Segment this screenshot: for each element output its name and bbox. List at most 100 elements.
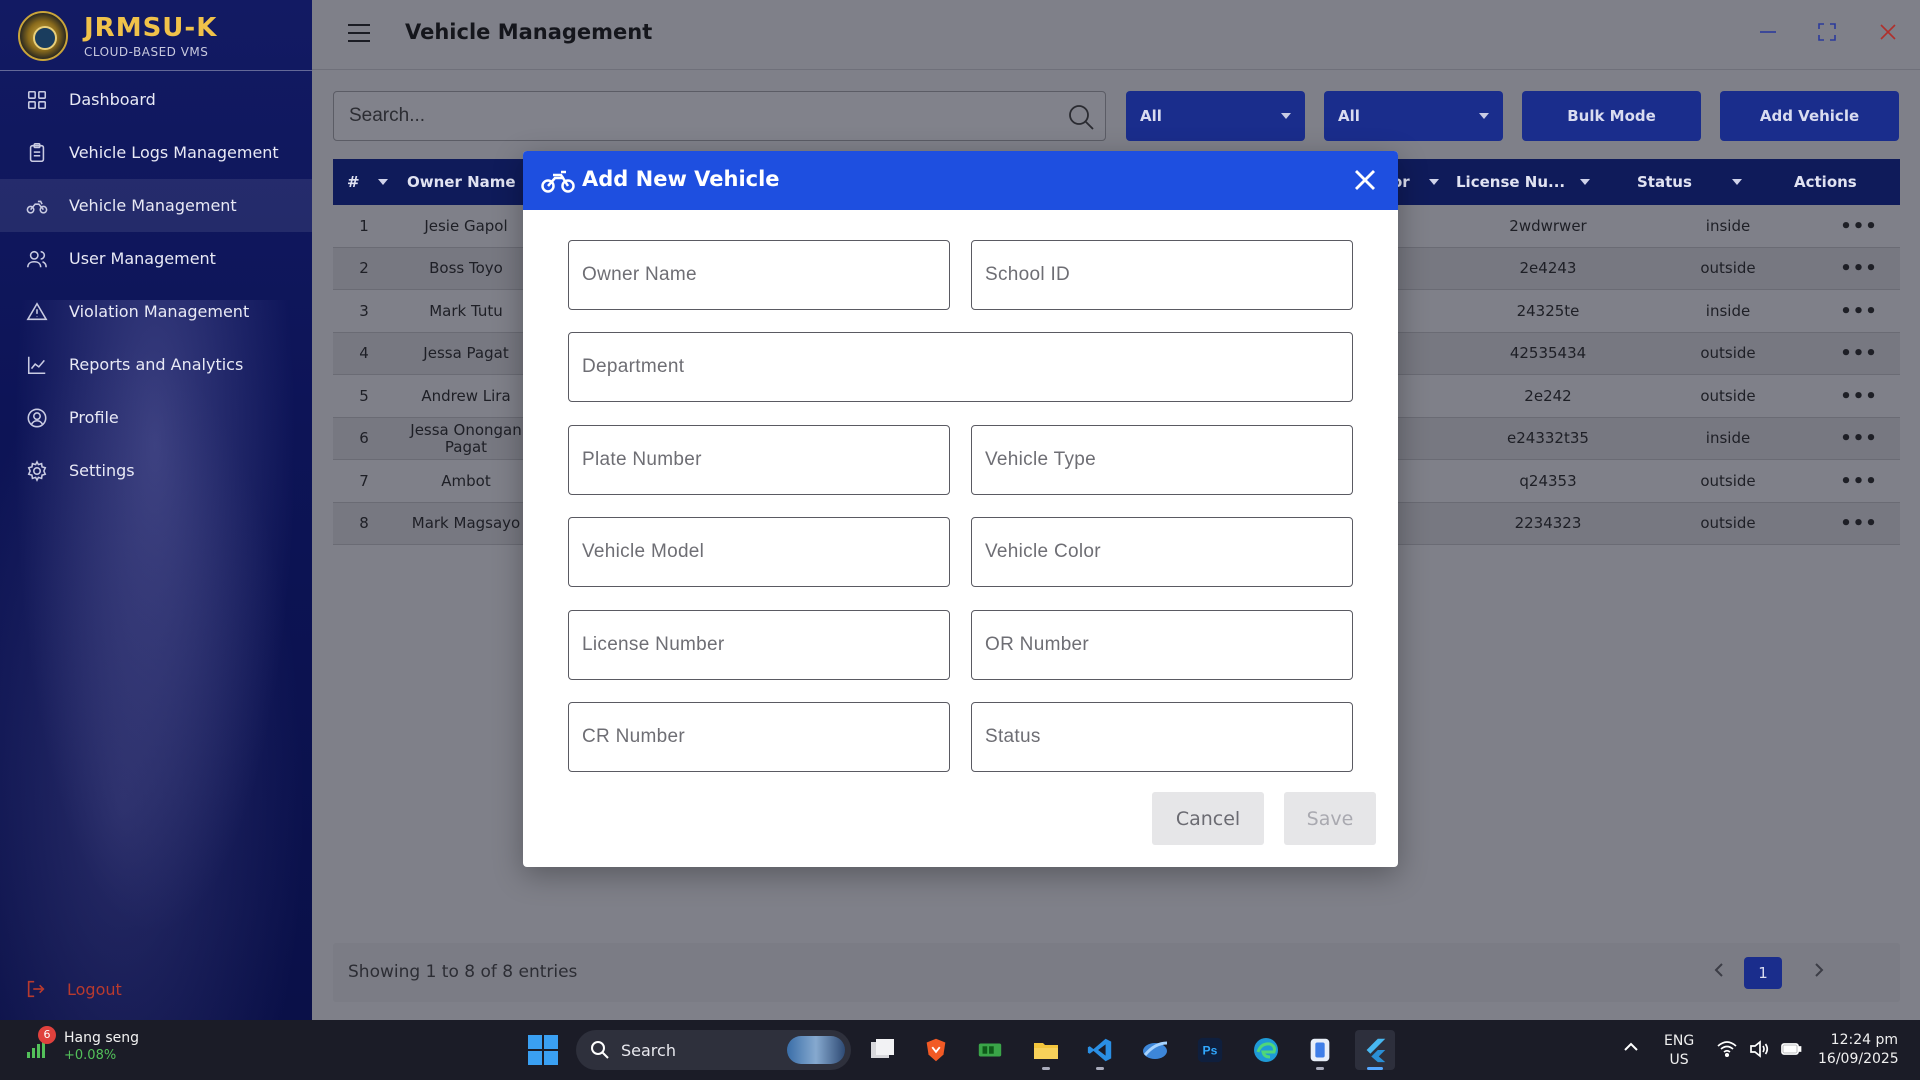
status-field[interactable]	[971, 702, 1353, 772]
owner-name-field[interactable]	[568, 240, 950, 310]
or-number-field[interactable]	[971, 610, 1353, 680]
row-actions-menu-icon[interactable]: •••	[1818, 375, 1900, 417]
windows-start-icon[interactable]	[527, 1034, 559, 1066]
system-clock[interactable]: 12:24 pm 16/09/2025	[1818, 1031, 1899, 1069]
license-number-input[interactable]	[569, 611, 949, 679]
column-header-actions: Actions	[1794, 173, 1857, 191]
photoshop-icon[interactable]: Ps	[1190, 1030, 1230, 1070]
table-footer: Showing 1 to 8 of 8 entries 1	[333, 943, 1900, 1002]
sidebar-item-vehicle-logs[interactable]: Vehicle Logs Management	[0, 126, 312, 179]
cell-license-number: e24332t35	[1507, 429, 1589, 447]
search-input[interactable]	[334, 92, 1105, 140]
taskbar-search[interactable]: Search	[576, 1030, 851, 1070]
task-view-icon[interactable]	[862, 1030, 902, 1070]
show-hidden-icons-icon[interactable]	[1622, 1038, 1642, 1058]
column-header-number[interactable]: #	[347, 159, 360, 205]
stock-widget[interactable]: 6 Hang seng +0.08%	[24, 1025, 139, 1063]
vehicle-color-field[interactable]	[971, 517, 1353, 587]
close-window-icon[interactable]	[1878, 22, 1902, 46]
save-button[interactable]: Save	[1284, 792, 1376, 845]
stock-chart-icon: 6	[24, 1025, 56, 1062]
cell-owner-name: Jesie Gapol	[424, 216, 508, 235]
cr-number-field[interactable]	[568, 702, 950, 772]
flutter-app-icon[interactable]	[1355, 1030, 1395, 1070]
status-input[interactable]	[972, 703, 1352, 771]
sidebar-item-label: Vehicle Logs Management	[69, 143, 279, 162]
phone-link-icon[interactable]	[1300, 1030, 1340, 1070]
sidebar-item-vehicle-management[interactable]: Vehicle Management	[0, 179, 312, 232]
cr-number-input[interactable]	[569, 703, 949, 771]
license-number-field[interactable]	[568, 610, 950, 680]
sidebar-item-reports[interactable]: Reports and Analytics	[0, 338, 312, 391]
vehicle-type-field[interactable]	[971, 425, 1353, 495]
maximize-window-icon[interactable]	[1817, 22, 1841, 46]
sort-caret-icon[interactable]	[1580, 179, 1590, 185]
sidebar-item-dashboard[interactable]: Dashboard	[0, 73, 312, 126]
language-indicator[interactable]: ENG US	[1664, 1032, 1694, 1070]
owner-name-input[interactable]	[569, 241, 949, 309]
cancel-button[interactable]: Cancel	[1152, 792, 1264, 845]
column-header-status[interactable]: Status	[1637, 159, 1692, 205]
volume-icon[interactable]	[1748, 1038, 1770, 1060]
vehicle-type-input[interactable]	[972, 426, 1352, 494]
menu-toggle-icon[interactable]	[348, 24, 370, 42]
or-number-input[interactable]	[972, 611, 1352, 679]
department-input[interactable]	[569, 333, 1352, 401]
wifi-icon[interactable]	[1716, 1038, 1738, 1060]
sidebar-divider	[0, 70, 312, 71]
search-icon[interactable]	[1067, 103, 1095, 131]
sidebar-item-profile[interactable]: Profile	[0, 391, 312, 444]
sidebar: JRMSU-K CLOUD-BASED VMS Dashboard Vehicl…	[0, 0, 312, 1020]
memory-card-app-icon[interactable]	[970, 1030, 1010, 1070]
sort-caret-icon[interactable]	[378, 179, 388, 185]
vehicle-model-input[interactable]	[569, 518, 949, 586]
previous-page-icon[interactable]	[1709, 960, 1731, 982]
system-tray[interactable]	[1716, 1038, 1802, 1060]
browser-app-icon[interactable]	[1135, 1030, 1175, 1070]
logout-button[interactable]: Logout	[25, 978, 122, 1000]
brand: JRMSU-K CLOUD-BASED VMS	[18, 8, 217, 64]
department-field[interactable]	[568, 332, 1353, 402]
file-explorer-icon[interactable]	[1026, 1030, 1066, 1070]
sidebar-item-user-management[interactable]: User Management	[0, 232, 312, 285]
plate-number-input[interactable]	[569, 426, 949, 494]
bulk-mode-button[interactable]: Bulk Mode	[1522, 91, 1701, 141]
cell-license-number: 2234323	[1514, 514, 1582, 532]
school-id-input[interactable]	[972, 241, 1352, 309]
row-actions-menu-icon[interactable]: •••	[1818, 205, 1900, 247]
university-seal-logo	[18, 11, 68, 61]
add-vehicle-button[interactable]: Add Vehicle	[1720, 91, 1899, 141]
page-1-button[interactable]: 1	[1744, 957, 1782, 989]
sidebar-item-violation-management[interactable]: Violation Management	[0, 285, 312, 338]
close-icon[interactable]	[1352, 167, 1378, 193]
sidebar-item-settings[interactable]: Settings	[0, 444, 312, 497]
brave-browser-icon[interactable]	[916, 1030, 956, 1070]
filter-dropdown-1[interactable]: All	[1126, 91, 1305, 141]
vscode-icon[interactable]	[1080, 1030, 1120, 1070]
search-icon	[590, 1040, 610, 1060]
minimize-window-icon[interactable]	[1758, 22, 1782, 46]
battery-icon[interactable]	[1780, 1038, 1802, 1060]
sidebar-item-label: Vehicle Management	[69, 196, 237, 215]
chevron-down-icon	[1281, 113, 1291, 119]
column-header-license-number[interactable]: License Nu...	[1456, 159, 1565, 205]
vehicle-model-field[interactable]	[568, 517, 950, 587]
warning-icon	[25, 300, 49, 324]
vehicle-color-input[interactable]	[972, 518, 1352, 586]
column-header-owner-name[interactable]: Owner Name	[407, 159, 516, 205]
cell-number: 8	[359, 514, 369, 532]
row-actions-menu-icon[interactable]: •••	[1818, 290, 1900, 332]
row-actions-menu-icon[interactable]: •••	[1818, 460, 1900, 502]
row-actions-menu-icon[interactable]: •••	[1818, 248, 1900, 290]
plate-number-field[interactable]	[568, 425, 950, 495]
sort-caret-icon[interactable]	[1732, 179, 1742, 185]
edge-browser-icon[interactable]	[1246, 1030, 1286, 1070]
row-actions-menu-icon[interactable]: •••	[1818, 333, 1900, 375]
row-actions-menu-icon[interactable]: •••	[1818, 503, 1900, 545]
filter-dropdown-2[interactable]: All	[1324, 91, 1503, 141]
search-field[interactable]	[333, 91, 1106, 141]
sort-caret-icon[interactable]	[1429, 179, 1439, 185]
school-id-field[interactable]	[971, 240, 1353, 310]
next-page-icon[interactable]	[1809, 960, 1831, 982]
row-actions-menu-icon[interactable]: •••	[1818, 418, 1900, 460]
